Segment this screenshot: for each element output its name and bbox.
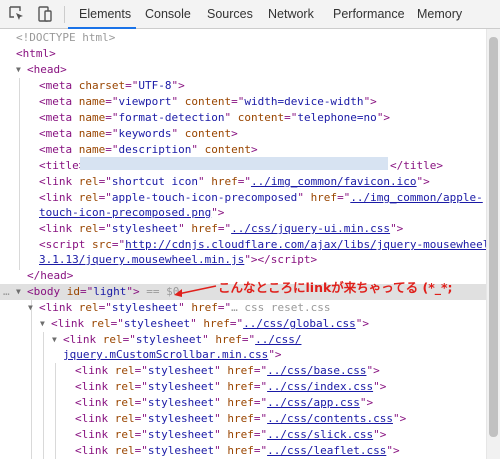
tree-line-link-reset[interactable]: ▼ <link rel="stylesheet" href="… css res… — [0, 300, 486, 316]
link-rel-value: shortcut icon — [111, 175, 198, 188]
tree-line-link-leaflet[interactable]: <link rel="stylesheet" href="../css/leaf… — [0, 443, 486, 459]
link-href[interactable]: ../css/global.css — [243, 317, 356, 330]
meta-name-value: viewport — [118, 95, 172, 108]
link-href[interactable]: ../css/ — [255, 333, 301, 346]
tree-line-link-touch[interactable]: <link rel="apple-touch-icon-precomposed"… — [0, 190, 486, 206]
body-id-value: light — [93, 285, 127, 298]
link-rel-value: stylesheet — [147, 428, 215, 441]
link-href[interactable]: ../css/index.css — [267, 380, 373, 393]
title-open-tag: <title> — [39, 159, 86, 172]
link-href[interactable]: ../css/base.css — [267, 364, 366, 377]
link-rel-value: stylesheet — [147, 396, 215, 409]
tree-line-meta-description[interactable]: <meta name="description" content> — [0, 142, 486, 158]
expand-triangle-icon[interactable]: ▼ — [40, 316, 45, 332]
script-src[interactable]: http://cdnjs.cloudflare.com/ajax/libs/jq… — [125, 238, 486, 251]
link-rel-value: stylesheet — [147, 380, 215, 393]
link-rel-value: stylesheet — [135, 333, 203, 346]
tab-sources[interactable]: Sources — [207, 0, 253, 29]
tree-line-doctype[interactable]: <!DOCTYPE html> — [0, 30, 486, 46]
tree-line-script[interactable]: <script src="http://cdnjs.cloudflare.com… — [0, 237, 486, 253]
meta-charset-value: UTF-8 — [138, 79, 172, 92]
toolbar-divider — [64, 6, 65, 23]
tree-line-meta-charset[interactable]: <meta charset="UTF-8"> — [0, 78, 486, 94]
link-href-continued[interactable]: touch-icon-precomposed.png — [39, 206, 211, 219]
meta-content-attr: content — [204, 143, 251, 156]
tree-line-link-touch-cont[interactable]: touch-icon-precomposed.png"> — [0, 205, 486, 221]
devtools-toolbar: Elements Console Sources Network Perform… — [0, 0, 500, 29]
title-close-tag: </title> — [390, 159, 443, 172]
tree-line-link-index[interactable]: <link rel="stylesheet" href="../css/inde… — [0, 379, 486, 395]
expand-triangle-icon[interactable]: ▼ — [16, 284, 21, 300]
expand-triangle-icon[interactable]: ▼ — [16, 62, 21, 78]
meta-name-value: keywords — [118, 127, 172, 140]
link-href-continued[interactable]: jquery.mCustomScrollbar.min.css — [63, 348, 268, 361]
tree-line-meta-keywords[interactable]: <meta name="keywords" content> — [0, 126, 486, 142]
meta-tag-name: meta — [45, 79, 73, 92]
inspect-element-icon[interactable] — [8, 5, 26, 23]
expand-triangle-icon[interactable]: ▼ — [52, 332, 57, 348]
tab-elements[interactable]: Elements — [79, 0, 131, 29]
tree-line-html[interactable]: <html> — [0, 46, 486, 62]
link-href-elided: … css reset.css — [231, 301, 331, 314]
tree-line-link-app[interactable]: <link rel="stylesheet" href="../css/app.… — [0, 395, 486, 411]
link-href[interactable]: ../css/jquery-ui.min.css — [231, 222, 390, 235]
link-href[interactable]: ../css/leaflet.css — [267, 444, 386, 457]
head-tag: <head> — [27, 63, 67, 76]
expand-triangle-icon[interactable]: ▼ — [28, 300, 33, 316]
tree-line-head[interactable]: ▼ <head> — [0, 62, 486, 78]
doctype-text: <!DOCTYPE html> — [16, 31, 116, 44]
tree-line-link-slick[interactable]: <link rel="stylesheet" href="../css/slic… — [0, 427, 486, 443]
meta-name-value: format-detection — [118, 111, 225, 124]
link-href[interactable]: ../css/app.css — [267, 396, 360, 409]
tree-line-link-jqui[interactable]: <link rel="stylesheet" href="../css/jque… — [0, 221, 486, 237]
link-href[interactable]: ../css/slick.css — [267, 428, 373, 441]
tab-performance[interactable]: Performance — [333, 0, 405, 29]
more-options-icon[interactable]: … — [3, 284, 10, 300]
link-href[interactable]: ../img_common/favicon.ico — [251, 175, 417, 188]
link-rel-value: stylesheet — [147, 364, 215, 377]
tree-line-meta-format[interactable]: <meta name="format-detection" content="t… — [0, 110, 486, 126]
link-rel-value: stylesheet — [147, 412, 215, 425]
scrollbar-thumb[interactable] — [489, 37, 498, 437]
link-href[interactable]: ../css/contents.css — [267, 412, 393, 425]
dom-tree: <!DOCTYPE html> <html> ▼ <head> <meta ch… — [0, 29, 486, 459]
link-rel-value: stylesheet — [111, 222, 179, 235]
meta-name-value: description — [118, 143, 192, 156]
tree-line-script-cont[interactable]: 3.1.13/jquery.mousewheel.min.js"></scrip… — [0, 252, 486, 268]
meta-content-value: telephone=no — [297, 111, 377, 124]
vertical-scrollbar[interactable] — [486, 29, 500, 459]
link-rel-value: stylesheet — [111, 301, 179, 314]
tree-line-link-scroll-cont[interactable]: jquery.mCustomScrollbar.min.css"> — [0, 347, 486, 363]
tab-console[interactable]: Console — [145, 0, 191, 29]
device-toggle-icon[interactable] — [36, 5, 54, 23]
meta-content-value: width=device-width — [244, 95, 364, 108]
annotation-arrow-icon — [174, 285, 217, 297]
tree-line-link-scroll[interactable]: ▼ <link rel="stylesheet" href="../css/ — [0, 332, 486, 348]
meta-attr-name: charset — [78, 79, 126, 92]
tab-network[interactable]: Network — [268, 0, 314, 29]
tree-line-link-base[interactable]: <link rel="stylesheet" href="../css/base… — [0, 363, 486, 379]
tab-memory[interactable]: Memory — [417, 0, 462, 29]
tree-line-link-global[interactable]: ▼ <link rel="stylesheet" href="../css/gl… — [0, 316, 486, 332]
redacted-title-text — [80, 157, 388, 170]
link-href[interactable]: ../img_common/apple- — [350, 191, 482, 204]
annotation-note: こんなところにlinkが来ちゃってる (*_*; — [218, 280, 453, 295]
html-tag: <html> — [16, 47, 56, 60]
script-src-continued[interactable]: 3.1.13/jquery.mousewheel.min.js — [39, 253, 244, 266]
link-rel-value: stylesheet — [147, 444, 215, 457]
head-close-tag: </head> — [27, 269, 74, 282]
link-rel-value: apple-touch-icon-precomposed — [111, 191, 298, 204]
tree-line-link-icon[interactable]: <link rel="shortcut icon" href="../img_c… — [0, 174, 486, 190]
tree-line-link-contents[interactable]: <link rel="stylesheet" href="../css/cont… — [0, 411, 486, 427]
tree-line-meta-viewport[interactable]: <meta name="viewport" content="width=dev… — [0, 94, 486, 110]
link-rel-value: stylesheet — [123, 317, 191, 330]
meta-content-attr: content — [184, 127, 232, 140]
